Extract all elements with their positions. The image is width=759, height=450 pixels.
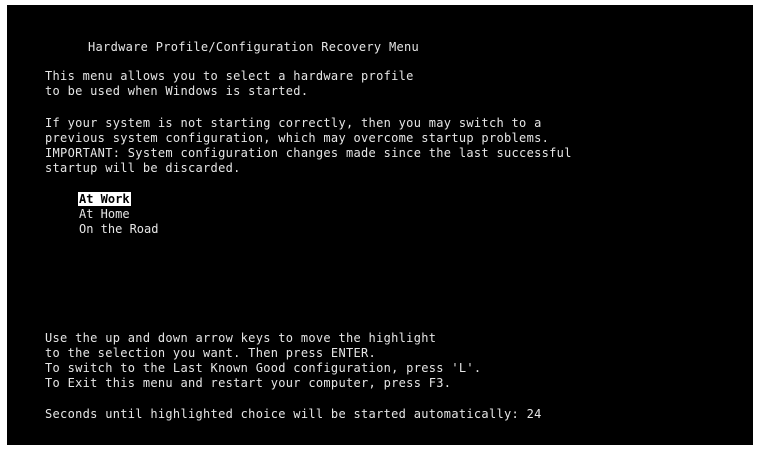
- instruction-line-3: To switch to the Last Known Good configu…: [45, 361, 482, 375]
- warning-line-1: If your system is not starting correctly…: [45, 116, 542, 130]
- profile-option-on-the-road[interactable]: On the Road: [78, 222, 159, 236]
- boot-screen: Hardware Profile/Configuration Recovery …: [7, 5, 753, 445]
- instruction-line-1: Use the up and down arrow keys to move t…: [45, 331, 437, 345]
- countdown-text: Seconds until highlighted choice will be…: [45, 407, 542, 421]
- menu-title: Hardware Profile/Configuration Recovery …: [88, 40, 420, 54]
- instruction-line-2: to the selection you want. Then press EN…: [45, 346, 377, 360]
- intro-line-1: This menu allows you to select a hardwar…: [45, 69, 414, 83]
- instruction-line-4: To Exit this menu and restart your compu…: [45, 376, 452, 390]
- intro-line-2: to be used when Windows is started.: [45, 84, 309, 98]
- profile-option-at-home[interactable]: At Home: [78, 207, 131, 221]
- warning-line-4: startup will be discarded.: [45, 161, 241, 175]
- warning-line-2: previous system configuration, which may…: [45, 131, 550, 145]
- profile-option-at-work[interactable]: At Work: [78, 192, 131, 206]
- warning-line-3: IMPORTANT: System configuration changes …: [45, 146, 572, 160]
